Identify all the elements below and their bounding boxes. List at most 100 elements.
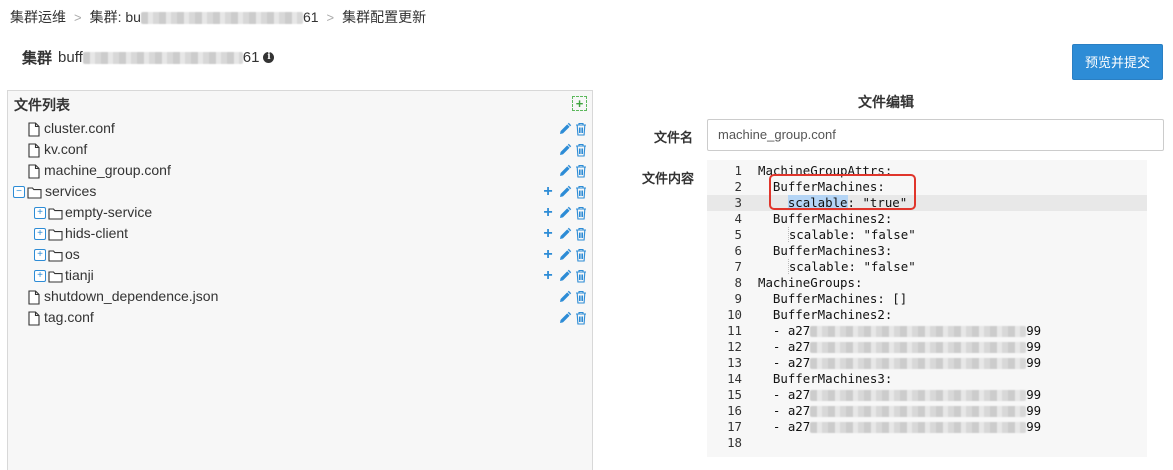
expand-icon[interactable]: + (34, 228, 46, 240)
tree-folder-row[interactable]: + tianji + (8, 266, 594, 287)
collapse-icon[interactable]: − (13, 186, 25, 198)
tree-folder-row[interactable]: − services + (8, 182, 594, 203)
redacted-cluster-name (82, 52, 243, 65)
code-prefix: - a27 (758, 339, 811, 354)
line-number: 9 (734, 291, 742, 306)
edit-icon[interactable] (558, 290, 572, 304)
line-number: 6 (734, 243, 742, 258)
tree-file-row[interactable]: tag.conf (8, 308, 594, 329)
code-line: 18 (707, 435, 1147, 451)
line-number: 8 (734, 275, 742, 290)
trash-icon[interactable] (575, 143, 589, 157)
edit-icon[interactable] (558, 311, 572, 325)
expand-icon[interactable]: + (34, 207, 46, 219)
tree-item-actions (555, 122, 589, 136)
add-icon[interactable]: + (541, 268, 555, 284)
code-line: 15 - a27 99 (707, 387, 1147, 403)
tree-item-label: kv.conf (44, 141, 88, 157)
breadcrumb-root[interactable]: 集群运维 (10, 7, 66, 27)
code-text: scalable: "false" (758, 227, 916, 243)
redacted-machine-id (810, 422, 1027, 433)
add-icon[interactable]: + (541, 247, 555, 263)
tree-folder-row[interactable]: + empty-service + (8, 203, 594, 224)
edit-icon[interactable] (558, 143, 572, 157)
file-icon (28, 290, 40, 308)
trash-icon[interactable] (575, 311, 589, 325)
expand-icon[interactable]: + (34, 270, 46, 282)
trash-icon[interactable] (575, 269, 589, 283)
tree-item-label: os (65, 246, 80, 262)
edit-icon[interactable] (558, 248, 572, 262)
code-prefix: - a27 (758, 403, 811, 418)
tree-item-label: machine_group.conf (44, 162, 171, 178)
tree-item-label: shutdown_dependence.json (44, 288, 219, 304)
file-list-panel: 文件列表 + cluster.conf kv.conf machine_group.… (7, 90, 593, 470)
code-line: 13 - a27 99 (707, 355, 1147, 371)
trash-icon[interactable] (575, 185, 589, 199)
tree-file-row[interactable]: shutdown_dependence.json (8, 287, 594, 308)
trash-icon[interactable] (575, 122, 589, 136)
add-icon[interactable]: + (541, 184, 555, 200)
cluster-name-suffix: 61 (242, 49, 260, 66)
trash-icon[interactable] (575, 248, 589, 262)
folder-icon (48, 270, 63, 286)
file-icon (28, 311, 40, 329)
code-text: - a27 99 (758, 355, 1041, 371)
code-suffix: 99 (1026, 387, 1042, 402)
trash-icon[interactable] (575, 206, 589, 220)
code-line: 12 - a27 99 (707, 339, 1147, 355)
code-text: BufferMachines3: (758, 243, 893, 258)
redacted-cluster-id (140, 12, 303, 25)
add-icon[interactable]: + (541, 205, 555, 221)
code-text: - a27 99 (758, 323, 1041, 339)
trash-icon[interactable] (575, 290, 589, 304)
tree-file-row[interactable]: cluster.conf (8, 119, 594, 140)
line-number: 13 (727, 355, 742, 370)
edit-icon[interactable] (558, 269, 572, 283)
code-prefix: - a27 (758, 387, 811, 402)
trash-icon[interactable] (575, 164, 589, 178)
code-prefix: - a27 (758, 323, 811, 338)
edit-icon[interactable] (558, 185, 572, 199)
tree-item-actions: + (538, 205, 589, 221)
add-icon[interactable]: + (541, 226, 555, 242)
line-number: 2 (734, 179, 742, 194)
tree-file-row[interactable]: machine_group.conf (8, 161, 594, 182)
preview-submit-button[interactable]: 预览并提交 (1072, 44, 1163, 80)
filename-input[interactable]: machine_group.conf (707, 119, 1164, 151)
tree-folder-row[interactable]: + hids-client + (8, 224, 594, 245)
line-number: 1 (734, 163, 742, 178)
folder-icon (48, 249, 63, 265)
code-line: 14 BufferMachines3: (707, 371, 1147, 387)
code-text: - a27 99 (758, 339, 1041, 355)
code-line: 9 BufferMachines: [] (707, 291, 1147, 307)
tree-item-actions (555, 143, 589, 157)
code-suffix: 99 (1026, 355, 1042, 370)
cluster-name: buff 61 (58, 49, 259, 66)
code-value: : "false" (848, 259, 916, 274)
edit-icon[interactable] (558, 122, 572, 136)
expand-icon[interactable]: + (34, 249, 46, 261)
code-suffix: 99 (1026, 323, 1042, 338)
breadcrumb-cluster[interactable]: 集群: bu 61 (90, 7, 319, 27)
line-number: 11 (727, 323, 742, 338)
tree-file-row[interactable]: kv.conf (8, 140, 594, 161)
trash-icon[interactable] (575, 227, 589, 241)
info-icon[interactable]: i (263, 52, 275, 63)
cluster-title-label: 集群 (22, 50, 53, 67)
add-file-icon[interactable]: + (572, 96, 587, 111)
code-text: MachineGroups: (758, 275, 863, 290)
edit-icon[interactable] (558, 227, 572, 241)
tree-item-actions (555, 311, 589, 325)
file-list-title: 文件列表 (14, 97, 70, 113)
line-number: 16 (727, 403, 742, 418)
tree-folder-row[interactable]: + os + (8, 245, 594, 266)
redacted-machine-id (810, 358, 1027, 369)
file-icon (28, 164, 40, 182)
edit-icon[interactable] (558, 164, 572, 178)
edit-icon[interactable] (558, 206, 572, 220)
redacted-machine-id (810, 406, 1027, 417)
line-number: 4 (734, 211, 742, 226)
tree-item-label: hids-client (65, 225, 129, 241)
code-line: 8 MachineGroups: (707, 275, 1147, 291)
